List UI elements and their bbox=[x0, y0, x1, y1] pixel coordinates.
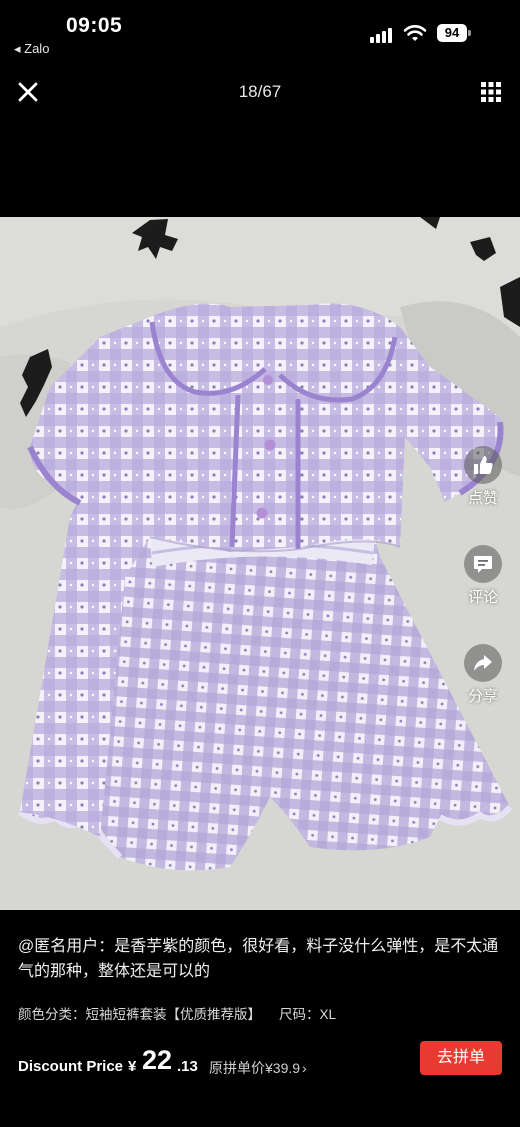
original-price: 原拼单价¥39.9 bbox=[209, 1060, 301, 1076]
back-to-app-link[interactable]: ◂ Zalo bbox=[14, 41, 49, 57]
grid-icon[interactable] bbox=[480, 81, 502, 103]
price-currency: ¥ bbox=[128, 1058, 137, 1075]
share-label: 分享 bbox=[467, 688, 498, 705]
chevron-right-icon: › bbox=[302, 1060, 307, 1076]
like-label: 点赞 bbox=[467, 490, 498, 507]
like-button[interactable]: 点赞 bbox=[460, 446, 506, 508]
status-bar: 09:05 ◂ Zalo 94 bbox=[0, 0, 520, 62]
product-spec: 颜色分类：短袖短裤套装【优质推荐版】 尺码：XL bbox=[18, 1003, 508, 1023]
viewer-top-bar: 18/67 bbox=[0, 70, 520, 116]
image-counter: 18/67 bbox=[238, 82, 282, 101]
price-decimal: .13 bbox=[177, 1058, 198, 1075]
status-time: 09:05 bbox=[66, 14, 123, 37]
share-button[interactable]: 分享 bbox=[460, 644, 506, 706]
comment-label: 评论 bbox=[467, 589, 498, 606]
color-variant: 颜色分类：短袖短裤套装【优质推荐版】 bbox=[18, 1007, 261, 1022]
pajama-photo-illustration bbox=[0, 217, 520, 910]
review-text: @匿名用户：是香芋紫的颜色，很好看，料子没什么弹性，是不太通气的那种，整体还是可… bbox=[18, 938, 499, 980]
thumbs-up-icon bbox=[464, 446, 502, 484]
discount-price-label: Discount Price bbox=[18, 1058, 124, 1075]
wifi-icon bbox=[403, 25, 427, 41]
share-arrow-icon bbox=[464, 644, 502, 682]
size-value: 尺码：XL bbox=[279, 1007, 337, 1022]
battery-level: 94 bbox=[437, 24, 467, 42]
group-buy-button[interactable]: 去拼单 bbox=[420, 1041, 502, 1075]
comment-button[interactable]: 评论 bbox=[460, 545, 506, 607]
review-photo[interactable] bbox=[0, 217, 520, 910]
price-row: Discount Price ¥ 22 .13 原拼单价¥39.9 › 去拼单 bbox=[18, 1041, 508, 1087]
cellular-signal-icon bbox=[370, 27, 394, 43]
original-price-link[interactable]: 原拼单价¥39.9 › bbox=[209, 1058, 307, 1078]
price-integer: 22 bbox=[142, 1045, 173, 1075]
comment-icon bbox=[464, 545, 502, 583]
battery-icon: 94 bbox=[437, 24, 473, 44]
